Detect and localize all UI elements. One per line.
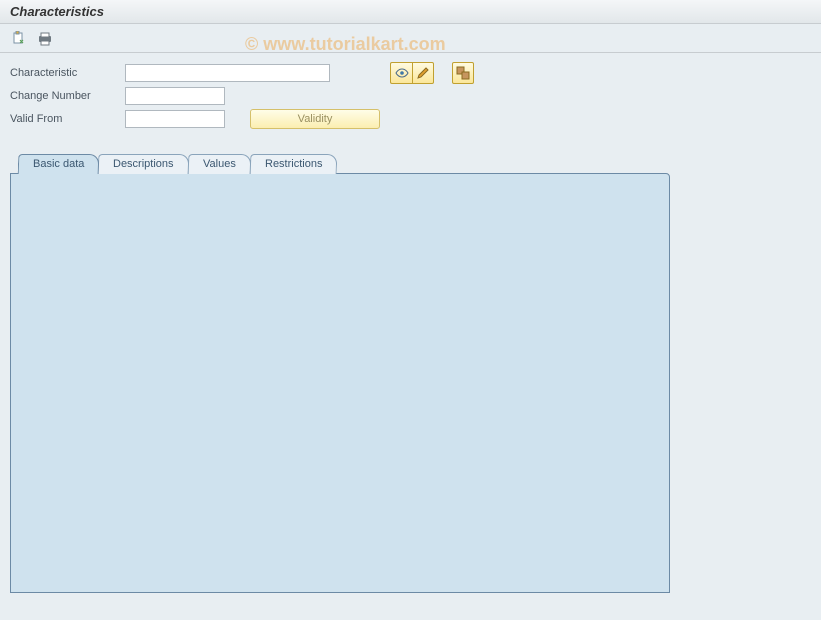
form-area: Characteristic Change Number xyxy=(0,53,821,136)
tab-basic-data[interactable]: Basic data xyxy=(18,154,100,174)
tab-descriptions[interactable]: Descriptions xyxy=(98,154,189,174)
page-title: Characteristics xyxy=(10,4,104,19)
change-button[interactable] xyxy=(412,62,434,84)
characteristic-label: Characteristic xyxy=(10,67,125,79)
characteristic-input[interactable] xyxy=(125,64,330,82)
title-bar: Characteristics xyxy=(0,0,821,24)
create-icon[interactable] xyxy=(10,30,28,48)
tabstrip: Basic data Descriptions Values Restricti… xyxy=(10,154,811,593)
valid-from-input[interactable] xyxy=(125,110,225,128)
other-button[interactable] xyxy=(452,62,474,84)
tab-values[interactable]: Values xyxy=(188,154,252,174)
validity-button[interactable]: Validity xyxy=(250,109,380,129)
display-change-group xyxy=(390,62,434,84)
change-number-input[interactable] xyxy=(125,87,225,105)
tab-row: Basic data Descriptions Values Restricti… xyxy=(10,154,811,174)
tab-restrictions[interactable]: Restrictions xyxy=(249,154,337,174)
app-toolbar xyxy=(0,24,821,53)
display-button[interactable] xyxy=(390,62,412,84)
print-icon[interactable] xyxy=(36,30,54,48)
tab-content xyxy=(10,173,670,593)
valid-from-label: Valid From xyxy=(10,113,125,125)
change-number-label: Change Number xyxy=(10,90,125,102)
